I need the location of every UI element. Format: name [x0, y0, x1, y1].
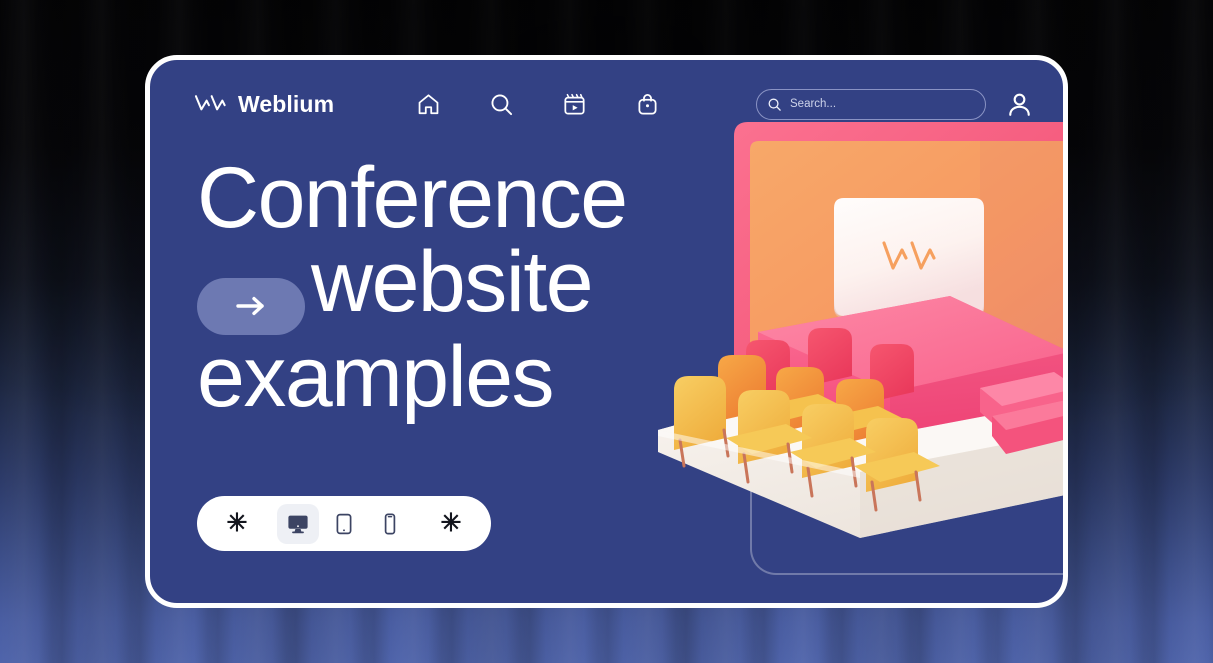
arrow-badge[interactable] [197, 277, 305, 335]
tablet-icon [336, 513, 352, 534]
device-option-tablet[interactable] [323, 504, 365, 544]
mobile-phone-icon [384, 513, 396, 534]
device-option-mobile[interactable] [369, 504, 411, 544]
brand-name: Weblium [238, 90, 335, 117]
page-title: Conference website examples [197, 155, 717, 420]
weblium-w-logo-icon [194, 95, 226, 111]
brand-logo[interactable]: Weblium [194, 91, 334, 118]
headline-line-3: examples [197, 328, 555, 425]
headline-line-2: website [311, 234, 594, 331]
decor-asterisk-right: ✳ [427, 504, 475, 544]
decor-asterisk-left: ✳ [213, 504, 261, 544]
hero-card: Weblium Search... Conference website exa… [145, 55, 1068, 608]
nav-icon-group [416, 92, 660, 117]
device-switcher-toolbar: ✳ ✳ [197, 496, 491, 551]
headline-line-1: Conference [197, 150, 628, 246]
arrow-right-icon [236, 297, 264, 316]
video-player-icon[interactable] [562, 92, 587, 117]
desktop-monitor-icon [288, 515, 308, 533]
home-icon[interactable] [416, 92, 441, 117]
screenshot-root: Weblium Search... Conference website exa… [0, 0, 1213, 663]
search-icon[interactable] [489, 92, 514, 117]
device-option-desktop[interactable] [277, 503, 319, 544]
